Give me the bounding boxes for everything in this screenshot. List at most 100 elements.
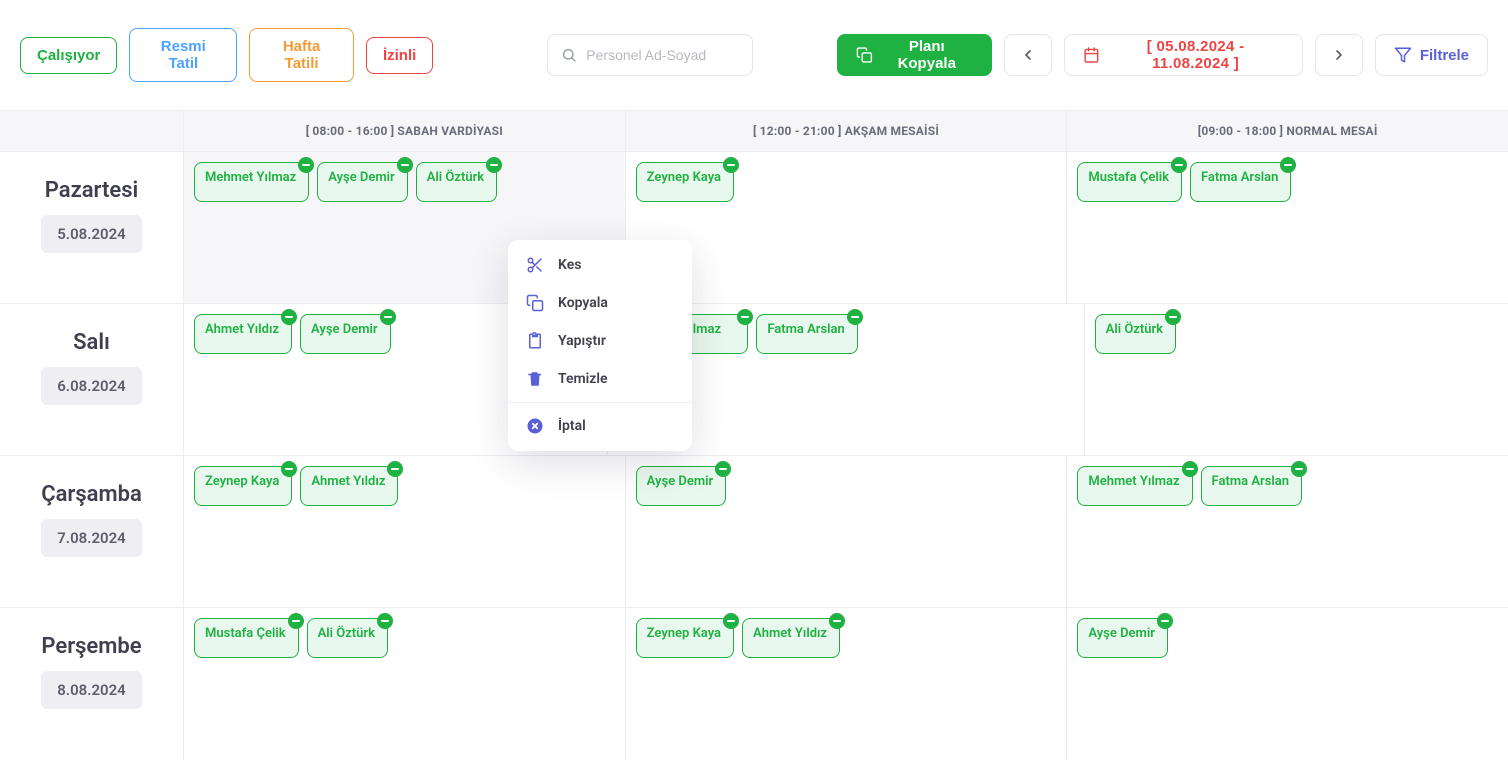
shift-cell[interactable]: Ayşe Demir (1066, 608, 1508, 760)
remove-icon[interactable] (281, 309, 297, 325)
remove-icon[interactable] (288, 613, 304, 629)
employee-chip[interactable]: Ali Öztürk (1095, 314, 1176, 354)
grid-header-shift: [09:00 - 18:00 ] NORMAL MESAİ (1066, 111, 1508, 151)
chip-label: Ayşe Demir (311, 322, 378, 337)
employee-chip[interactable]: Ahmet Yıldız (300, 466, 398, 506)
shift-cell[interactable]: Mustafa Çelik Ali Öztürk (183, 608, 625, 760)
status-holiday-button[interactable]: Resmi Tatil (129, 28, 237, 82)
employee-chip[interactable]: Ayşe Demir (317, 162, 408, 202)
day-name: Pazartesi (45, 178, 138, 203)
remove-icon[interactable] (397, 157, 413, 173)
remove-icon[interactable] (281, 461, 297, 477)
remove-icon[interactable] (1182, 461, 1198, 477)
status-working-button[interactable]: Çalışıyor (20, 37, 117, 74)
remove-icon[interactable] (1291, 461, 1307, 477)
remove-icon[interactable] (380, 309, 396, 325)
day-date: 5.08.2024 (41, 215, 142, 253)
remove-icon[interactable] (723, 157, 739, 173)
chip-label: Ahmet Yıldız (753, 626, 827, 641)
employee-chip[interactable]: Mehmet Yılmaz (194, 162, 309, 202)
employee-chip[interactable]: Zeynep Kaya (194, 466, 292, 506)
employee-chip[interactable]: Ali Öztürk (416, 162, 497, 202)
remove-icon[interactable] (715, 461, 731, 477)
ctx-paste-label: Yapıştır (558, 333, 606, 349)
remove-icon[interactable] (737, 309, 753, 325)
remove-icon[interactable] (1165, 309, 1181, 325)
shift-cell[interactable]: Zeynep Kaya Ahmet Yıldız (625, 608, 1067, 760)
employee-chip[interactable]: Fatma Arslan (1190, 162, 1291, 202)
employee-chip[interactable]: Ahmet Yıldız (194, 314, 292, 354)
ctx-paste[interactable]: Yapıştır (508, 322, 692, 360)
employee-chip[interactable]: Zeynep Kaya (636, 162, 734, 202)
day-name: Salı (73, 330, 110, 355)
remove-icon[interactable] (298, 157, 314, 173)
chip-label: Zeynep Kaya (205, 474, 279, 489)
employee-chip[interactable]: Zeynep Kaya (636, 618, 734, 658)
chip-label: Fatma Arslan (767, 322, 844, 337)
grid-row: Pazartesi 5.08.2024 Mehmet Yılmaz Ayşe D… (0, 152, 1508, 304)
chip-label: Fatma Arslan (1201, 170, 1278, 185)
remove-icon[interactable] (377, 613, 393, 629)
employee-chip[interactable]: Fatma Arslan (756, 314, 857, 354)
chip-label: Ali Öztürk (427, 170, 484, 185)
shift-cell[interactable]: Zeynep Kaya Ahmet Yıldız (183, 456, 625, 607)
employee-chip[interactable]: Ahmet Yıldız (742, 618, 840, 658)
ctx-cancel[interactable]: İptal (508, 407, 692, 445)
context-menu: Kes Kopyala Yapıştır Temizle İptal (508, 240, 692, 451)
chip-label: Ayşe Demir (328, 170, 395, 185)
remove-icon[interactable] (1171, 157, 1187, 173)
chevron-left-icon (1020, 47, 1036, 63)
remove-icon[interactable] (847, 309, 863, 325)
employee-chip[interactable]: Mustafa Çelik (1077, 162, 1182, 202)
ctx-copy[interactable]: Kopyala (508, 284, 692, 322)
trash-icon (526, 370, 544, 388)
close-circle-icon (526, 417, 544, 435)
remove-icon[interactable] (829, 613, 845, 629)
clipboard-icon (526, 332, 544, 350)
remove-icon[interactable] (486, 157, 502, 173)
next-week-button[interactable] (1315, 34, 1363, 76)
chip-label: Ahmet Yıldız (311, 474, 385, 489)
ctx-cut[interactable]: Kes (508, 246, 692, 284)
shift-cell[interactable]: Mehmet Yılmaz Fatma Arslan (1066, 456, 1508, 607)
ctx-copy-label: Kopyala (558, 295, 608, 311)
employee-chip[interactable]: Ali Öztürk (307, 618, 388, 658)
shift-cell[interactable]: Ayşe Demir (625, 456, 1067, 607)
day-cell: Salı 6.08.2024 (0, 304, 183, 455)
employee-chip[interactable]: Fatma Arslan (1201, 466, 1302, 506)
copy-plan-button[interactable]: Planı Kopyala (837, 34, 991, 76)
shift-cell[interactable]: Mustafa Çelik Fatma Arslan (1066, 152, 1508, 303)
day-cell: Perşembe 8.08.2024 (0, 608, 183, 760)
employee-chip[interactable]: Mustafa Çelik (194, 618, 299, 658)
remove-icon[interactable] (1280, 157, 1296, 173)
remove-icon[interactable] (387, 461, 403, 477)
employee-chip[interactable]: Mehmet Yılmaz (1077, 466, 1192, 506)
day-cell: Çarşamba 7.08.2024 (0, 456, 183, 607)
shift-cell[interactable]: Ali Öztürk (1084, 304, 1508, 455)
chip-label: Ahmet Yıldız (205, 322, 279, 337)
chip-label: Zeynep Kaya (647, 626, 721, 641)
copy-icon (526, 294, 544, 312)
employee-chip[interactable]: Ayşe Demir (1077, 618, 1168, 658)
employee-chip[interactable]: Ayşe Demir (636, 466, 727, 506)
ctx-cut-label: Kes (558, 257, 581, 273)
prev-week-button[interactable] (1004, 34, 1052, 76)
chip-label: Mehmet Yılmaz (205, 170, 296, 185)
chip-label: Mustafa Çelik (1088, 170, 1169, 185)
status-weekend-button[interactable]: Hafta Tatili (249, 28, 354, 82)
filter-button[interactable]: Filtrele (1375, 34, 1488, 76)
search-icon (561, 47, 577, 63)
remove-icon[interactable] (1157, 613, 1173, 629)
chip-label: Zeynep Kaya (647, 170, 721, 185)
toolbar: Çalışıyor Resmi Tatil Hafta Tatili İzinl… (0, 0, 1508, 110)
chevron-right-icon (1331, 47, 1347, 63)
remove-icon[interactable] (723, 613, 739, 629)
ctx-clear-label: Temizle (558, 371, 608, 387)
ctx-clear[interactable]: Temizle (508, 360, 692, 398)
employee-chip[interactable]: Ayşe Demir (300, 314, 391, 354)
schedule-grid: [ 08:00 - 16:00 ] SABAH VARDİYASI [ 12:0… (0, 110, 1508, 760)
status-leave-button[interactable]: İzinli (366, 37, 433, 74)
search-input[interactable] (547, 34, 753, 76)
date-range-button[interactable]: [ 05.08.2024 - 11.08.2024 ] (1064, 34, 1303, 76)
day-cell: Pazartesi 5.08.2024 (0, 152, 183, 303)
